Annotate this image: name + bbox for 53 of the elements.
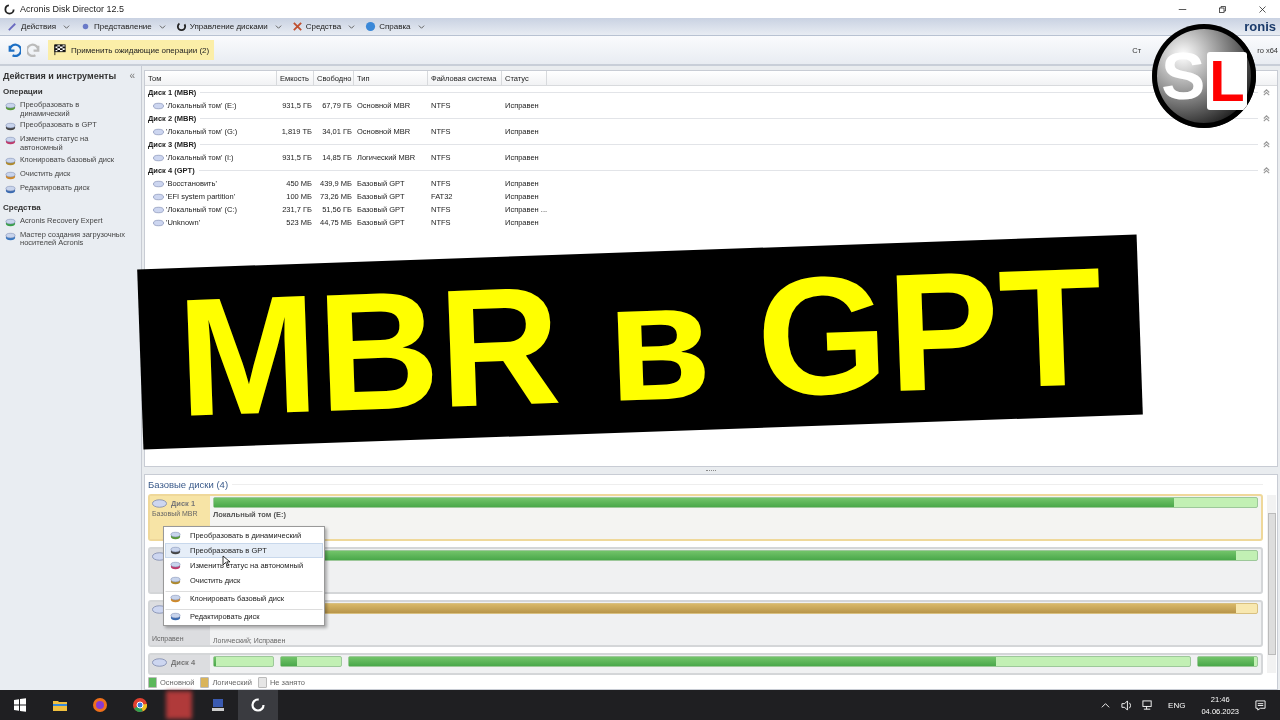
app-icon: [4, 3, 15, 15]
section-title: Операции: [3, 87, 44, 96]
menu-item[interactable]: Справка: [363, 21, 427, 32]
restore-icon[interactable]: [1218, 4, 1227, 14]
action-icon: [5, 216, 16, 228]
partition-bar[interactable]: [213, 656, 275, 667]
language-indicator[interactable]: ENG: [1168, 700, 1186, 710]
collapse-icon[interactable]: [1262, 114, 1271, 123]
action-icon: [5, 183, 16, 195]
volume-icon: [153, 127, 164, 136]
action-icon: [5, 155, 16, 167]
sidebar-title: Действия и инструменты: [3, 70, 117, 81]
menu-item[interactable]: Действия: [5, 21, 73, 32]
volume-icon: [153, 101, 164, 110]
window-title: Acronis Disk Director 12.5: [20, 4, 125, 14]
caret-icon: [348, 23, 356, 30]
checkered-flag-icon: [53, 44, 67, 56]
network-icon[interactable]: [1142, 699, 1154, 711]
action-icon: [5, 135, 16, 147]
volume-icon: [153, 192, 164, 201]
collapse-icon[interactable]: [1262, 140, 1271, 149]
disk-map-title: Базовые диски (4): [148, 479, 229, 490]
action-icon: [5, 121, 16, 133]
action-icon: [5, 230, 16, 242]
blurred-app-icon[interactable]: [166, 691, 192, 719]
partition-bar[interactable]: [1196, 656, 1258, 667]
caret-icon: [274, 23, 282, 30]
notification-icon[interactable]: [1255, 699, 1266, 711]
undo-icon[interactable]: [6, 42, 21, 58]
caret-icon: [63, 23, 71, 30]
section-title: Средства: [3, 202, 42, 212]
volume-icon: [153, 179, 164, 188]
caret-icon: [417, 23, 425, 30]
speaker-icon[interactable]: [1121, 699, 1133, 711]
apply-pending-button[interactable]: Применить ожидающие операции (2): [48, 40, 215, 60]
close-icon[interactable]: [1258, 4, 1267, 14]
scrollbar[interactable]: [1267, 495, 1276, 673]
partition-bar[interactable]: [213, 497, 1258, 508]
menu-item[interactable]: Средства: [289, 21, 358, 32]
volume-icon: [153, 218, 164, 227]
wand-icon: [7, 21, 18, 32]
partition-bar[interactable]: [347, 656, 1191, 667]
collapse-button[interactable]: «: [129, 70, 138, 81]
volume-icon: [153, 153, 164, 162]
menu-item[interactable]: Представление: [78, 21, 168, 32]
caret-icon: [158, 23, 166, 30]
action-icon: [5, 169, 16, 181]
collapse-icon[interactable]: [1262, 166, 1271, 175]
volume-icon: [153, 205, 164, 214]
action-icon: [5, 101, 16, 112]
collapse-icon[interactable]: [1262, 88, 1271, 97]
menu-item[interactable]: Управление дисками: [173, 21, 284, 32]
partition-bar[interactable]: [280, 656, 342, 667]
